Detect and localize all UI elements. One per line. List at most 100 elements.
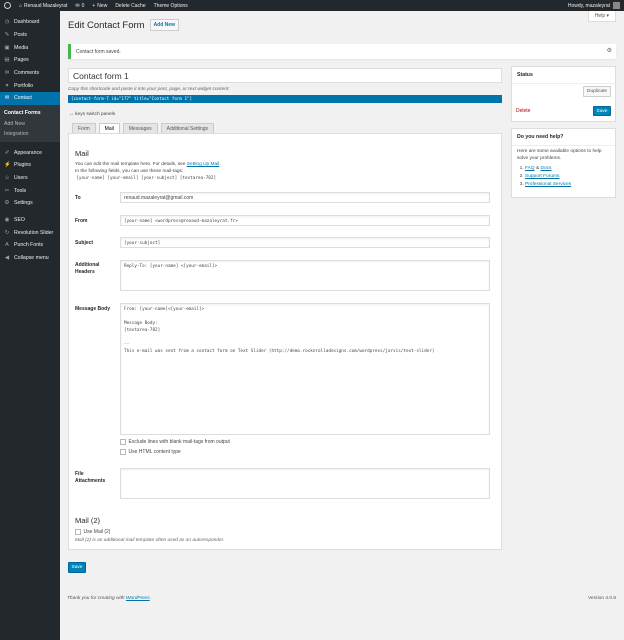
notice-text: Contact form saved. [76,48,121,55]
wordpress-link[interactable]: WordPress [126,596,150,601]
sidebar-item-settings[interactable]: ⚙ Settings [0,197,60,210]
sidebar-item-pages[interactable]: ▤ Pages [0,54,60,67]
file-attachments-field[interactable] [120,468,490,499]
use-html-checkbox[interactable] [120,449,126,455]
subject-label: Subject [75,240,94,246]
from-field[interactable]: [your-name] <wordpress@renaud-mazaleyrat… [120,215,490,226]
new-label: New [97,2,108,9]
comment-icon: ✉ [4,70,10,77]
theme-options-link[interactable]: Theme Options [154,3,188,9]
sidebar-item-label: Comments [14,70,40,77]
faq-link[interactable]: FAQ [525,166,535,171]
setting-up-mail-link[interactable]: Setting Up Mail [187,162,220,167]
gear-icon[interactable]: ⚙ [607,47,612,54]
sidebar-item-punch-fonts[interactable]: A Punch Fonts [0,239,60,252]
sidebar-item-users[interactable]: ☺ Users [0,172,60,185]
to-field[interactable]: renaud.mazaleyrat@gmail.com [120,192,490,203]
help-box-title: Do you need help? [512,129,615,146]
brush-icon: ✐ [4,149,10,156]
submenu-add-new[interactable]: Add New [0,118,60,129]
use-html-checkbox-row[interactable]: Use HTML content type [120,449,181,455]
sidebar-item-label: Collapse menu [14,255,49,262]
refresh-icon: ↻ [4,229,10,236]
use-mail2-label: Use Mail (2) [83,529,111,535]
exclude-blank-checkbox[interactable] [120,439,126,445]
settings-icon: ⚙ [4,200,10,207]
form-title-input[interactable]: Contact form 1 [68,68,502,83]
sidebar-item-label: Contact [14,95,32,102]
sidebar-item-portfolio[interactable]: ✦ Portfolio [0,79,60,92]
delete-cache-link[interactable]: Delete Cache [115,3,145,9]
my-account-link[interactable]: Howdy, mazaleyrat [568,2,620,9]
site-name-link[interactable]: ⌂ Renaud Mazaleyrat [19,3,67,9]
sidebar-item-comments[interactable]: ✉ Comments [0,67,60,80]
save-side-button[interactable]: Save [593,106,611,116]
file-attachments-label: File Attachments [75,471,106,484]
delete-link[interactable]: Delete [516,108,530,114]
mail-heading: Mail [75,149,89,158]
mail-icon: ✉ [4,95,10,102]
shortcode-field[interactable]: [contact-form-7 id="177" title="Contact … [68,95,502,103]
sidebar-item-label: Portfolio [14,82,34,89]
footer-thanks-text: Thank you for creating with [67,596,126,601]
professional-services-link[interactable]: Professional Services [525,182,571,187]
new-content-link[interactable]: + New [92,3,107,9]
duplicate-button[interactable]: Duplicate [583,86,611,97]
sidebar-item-label: Dashboard [14,19,40,26]
submenu-contact-forms[interactable]: Contact Forms [0,108,60,119]
support-forums-link[interactable]: Support Forums [525,174,559,179]
mail-tags-list: [your-name] [your-email] [your-subject] … [76,176,217,181]
tab-additional-settings[interactable]: Additional Settings [160,123,215,133]
message-body-field[interactable]: From: [your-name]<[your-email]> Message … [120,303,490,435]
sidebar-item-label: Posts [14,32,27,39]
page-title: Edit Contact Form Add New [68,19,179,31]
sidebar-item-label: SEO [14,217,25,224]
sidebar-item-revolution-slider[interactable]: ↻ Revolution Slider [0,226,60,239]
page-title-text: Edit Contact Form [68,19,145,31]
sidebar-item-seo[interactable]: ◉ SEO [0,214,60,227]
sidebar-item-plugins[interactable]: ⚡ Plugins [0,159,60,172]
shortcode-label: Copy this shortcode and paste it into yo… [68,87,230,92]
sidebar-item-label: Media [14,44,29,51]
admin-bar: ⌂ Renaud Mazaleyrat ✉ 0 + New Delete Cac… [0,0,624,11]
to-label: To [75,195,81,201]
sidebar-item-posts[interactable]: ✎ Posts [0,29,60,42]
message-body-label: Message Body [75,306,111,312]
add-new-button[interactable]: Add New [149,19,179,31]
desc-text: You can edit the mail template here. For… [75,162,187,167]
submenu-integration[interactable]: Integration [0,129,60,140]
help-links-list: FAQ & Docs Support Forums Professional S… [512,165,615,189]
help-box-text: Here are some available options to help … [517,149,602,161]
sidebar-item-appearance[interactable]: ✐ Appearance [0,146,60,159]
sidebar-item-label: Settings [14,200,33,207]
comment-bubble-icon: ✉ [75,2,80,9]
desc-period: . [219,162,221,167]
mail-description: You can edit the mail template here. For… [75,161,221,182]
docs-link[interactable]: Docs [540,166,551,171]
site-name-label: Renaud Mazaleyrat [24,2,68,9]
sidebar-item-dashboard[interactable]: ◷ Dashboard [0,16,60,29]
sidebar-item-media[interactable]: ▣ Media [0,41,60,54]
additional-headers-field[interactable]: Reply-To: [your-name] <[your-email]> [120,260,490,291]
tab-messages[interactable]: Messages [122,123,158,133]
admin-sidebar: ◷ Dashboard ✎ Posts ▣ Media ▤ Pages ✉ Comments ✦ Po… [0,11,60,640]
sidebar-item-tools[interactable]: ✂ Tools [0,184,60,197]
exclude-blank-checkbox-row[interactable]: Exclude lines with blank mail-tags from … [120,439,230,445]
main-content: Help ▾ Edit Contact Form Add New Contact… [60,11,624,640]
sidebar-item-label: Tools [14,187,27,194]
comments-link[interactable]: ✉ 0 [75,3,84,9]
help-box: Do you need help? Here are some availabl… [511,128,616,198]
version-text: Version 4.0.8 [587,596,616,601]
mail2-note: Mail (2) is an additional mail template … [75,538,225,543]
help-tab-button[interactable]: Help ▾ [587,11,616,22]
tab-form[interactable]: Form [72,123,96,133]
sidebar-item-contact[interactable]: ✉ Contact [0,92,60,105]
list-item: FAQ & Docs [525,165,615,173]
sidebar-item-label: Appearance [14,149,42,156]
sidebar-item-collapse-menu[interactable]: ◀ Collapse menu [0,252,60,265]
save-button[interactable]: Save [68,562,86,573]
subject-field[interactable]: [your-subject] [120,237,490,248]
use-mail2-checkbox-row[interactable]: Use Mail (2) [75,529,110,535]
use-mail2-checkbox[interactable] [75,529,81,535]
wordpress-logo-icon[interactable] [4,2,11,9]
